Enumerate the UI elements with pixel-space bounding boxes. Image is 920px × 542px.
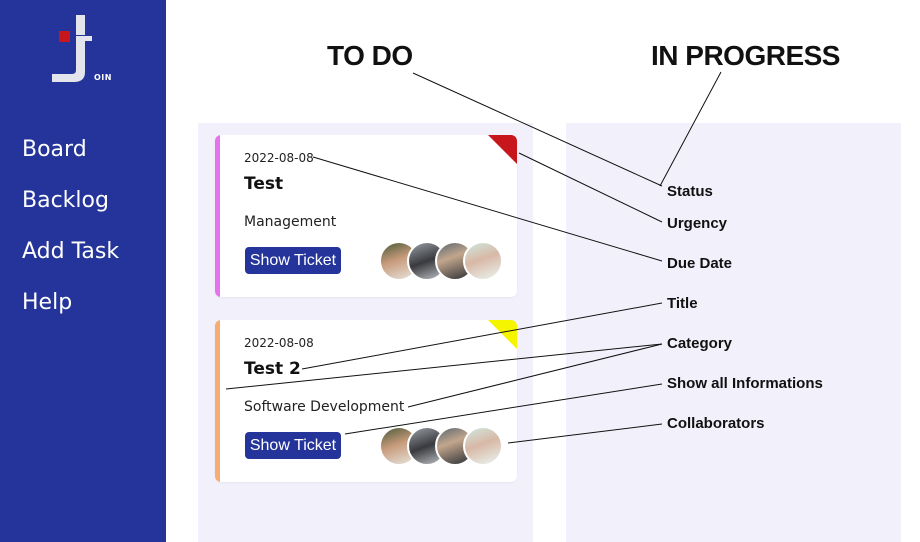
legend-collaborators: Collaborators (667, 415, 765, 432)
category-color-bar (215, 135, 220, 297)
card-category: Management (244, 214, 337, 230)
card-title: Test 2 (244, 359, 301, 379)
legend-status: Status (667, 183, 713, 200)
category-color-bar (215, 320, 220, 482)
card-title: Test (244, 174, 284, 194)
card-category: Software Development (244, 399, 405, 415)
collaborators[interactable] (379, 426, 509, 466)
logo-text: OIN (94, 73, 112, 82)
nav-item-board[interactable]: Board (22, 137, 87, 162)
column-heading-in-progress: IN PROGRESS (651, 40, 840, 71)
legend-urgency: Urgency (667, 215, 728, 232)
legend-due-date: Due Date (667, 255, 733, 272)
column-heading-todo: TO DO (327, 40, 413, 71)
collaborators[interactable] (379, 241, 509, 281)
legend-title: Title (667, 295, 698, 312)
nav-item-add-task[interactable]: Add Task (22, 239, 119, 264)
show-ticket-button[interactable]: Show Ticket (245, 432, 341, 459)
nav-item-backlog[interactable]: Backlog (22, 188, 109, 213)
task-card[interactable]: 2022-08-08 Test Management Show Ticket (215, 135, 517, 297)
join-logo[interactable]: OIN (48, 14, 112, 86)
legend-show-all: Show all Informations (667, 375, 823, 392)
due-date: 2022-08-08 (244, 151, 314, 165)
due-date: 2022-08-08 (244, 336, 314, 350)
nav-item-help[interactable]: Help (22, 290, 72, 315)
legend-category: Category (667, 335, 733, 352)
avatar[interactable] (463, 426, 503, 466)
show-ticket-button[interactable]: Show Ticket (245, 247, 341, 274)
avatar[interactable] (463, 241, 503, 281)
task-card[interactable]: 2022-08-08 Test 2 Software Development S… (215, 320, 517, 482)
sidebar: OIN Board Backlog Add Task Help (0, 0, 166, 542)
urgency-indicator (488, 135, 517, 164)
column-in-progress (566, 123, 901, 542)
urgency-indicator (488, 320, 517, 349)
